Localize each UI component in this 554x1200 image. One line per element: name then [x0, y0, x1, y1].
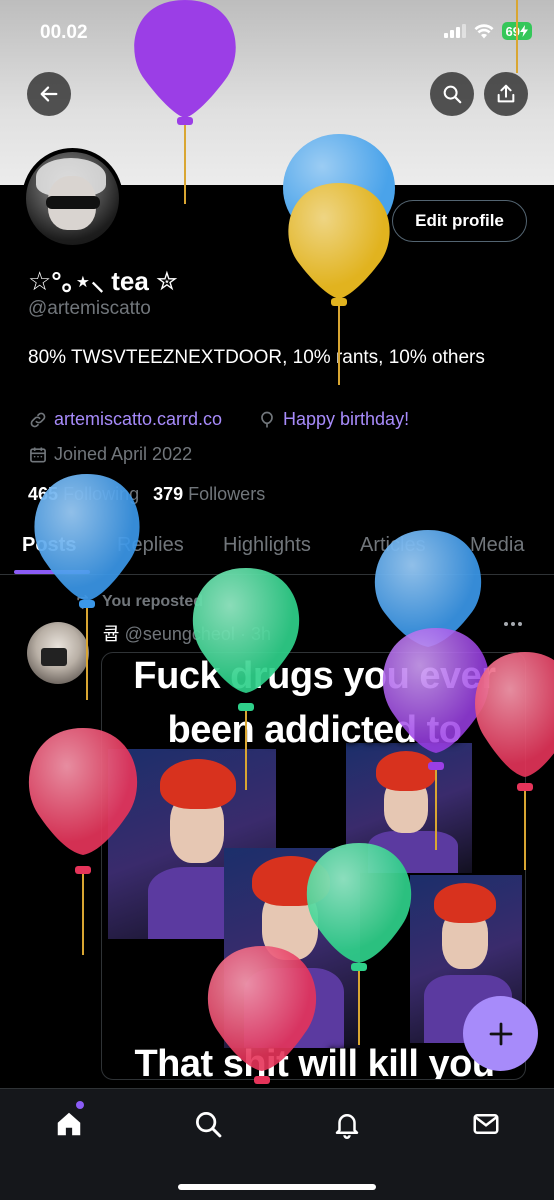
profile-tabs: Posts Replies Highlights Articles Media [0, 520, 554, 575]
followers-label: Followers [188, 484, 266, 504]
meme-caption-top-2: been addicted to [167, 709, 462, 751]
repost-icon [77, 594, 91, 610]
battery-indicator: 69 [501, 22, 532, 40]
followers-count: 379 [153, 484, 184, 504]
tab-media[interactable]: Media [470, 534, 524, 557]
post-author-handle: @seungcheol [124, 624, 235, 644]
tab-highlights[interactable]: Highlights [223, 534, 311, 557]
post-author-avatar[interactable] [27, 622, 89, 684]
plus-icon [489, 1022, 512, 1045]
mail-icon [473, 1114, 499, 1134]
cellular-signal-icon [443, 24, 466, 38]
home-indicator [178, 1184, 376, 1190]
nav-notifications[interactable] [330, 1107, 364, 1141]
calendar-icon [30, 447, 46, 462]
photo-panel [224, 848, 360, 1048]
bell-icon [335, 1114, 359, 1139]
status-time: 00.02 [40, 22, 88, 43]
nav-messages[interactable] [469, 1107, 503, 1141]
following-label: Following [63, 484, 140, 504]
nav-home[interactable] [52, 1107, 86, 1141]
profile-website[interactable]: artemiscatto.carrd.co [28, 409, 222, 430]
followers-stat[interactable]: 379 Followers [153, 484, 265, 505]
follow-counts: 465 Following 379 Followers [28, 484, 265, 505]
post-author-name: 큡 [103, 624, 120, 644]
share-button[interactable] [484, 72, 528, 116]
charging-bolt-icon [520, 25, 528, 37]
tab-articles[interactable]: Articles [360, 534, 426, 557]
post-author-line[interactable]: 큡 @seungcheol · 3h [103, 620, 271, 646]
balloon-icon [261, 411, 273, 427]
following-stat[interactable]: 465 Following [28, 484, 139, 505]
battery-level: 69 [505, 23, 520, 39]
link-icon [30, 412, 46, 427]
tab-posts[interactable]: Posts [22, 534, 76, 557]
meme-caption-bottom: That shit will kill you [134, 1043, 495, 1080]
profile-avatar[interactable] [22, 148, 123, 249]
repost-label: You reposted [102, 593, 204, 610]
joined-text: Joined April 2022 [54, 444, 193, 464]
active-tab-indicator [14, 570, 90, 574]
search-button[interactable] [430, 72, 474, 116]
search-icon [443, 85, 462, 104]
following-count: 465 [28, 484, 59, 504]
home-icon [57, 1112, 81, 1136]
nav-search[interactable] [191, 1107, 225, 1141]
back-button[interactable] [27, 72, 71, 116]
profile-bio: 80% TWSVTEEZNEXTDOOR, 10% rants, 10% oth… [28, 347, 485, 368]
wifi-icon [474, 23, 494, 38]
post-image[interactable]: Fuck drugs you ever been addicted to Tha… [101, 652, 526, 1080]
profile-handle: @artemiscatto [28, 298, 151, 319]
meme-caption-top-1: Fuck drugs you ever [133, 655, 496, 697]
post-time: · 3h [239, 624, 271, 644]
status-bar: 00.02 69 [0, 0, 554, 66]
repost-indicator: You reposted [74, 592, 203, 612]
profile-name: ☆°｡⋆⸜ tea ✮ [28, 266, 178, 296]
birthday-text: Happy birthday! [283, 409, 410, 429]
post-more-button[interactable] [504, 622, 522, 626]
profile-joined: Joined April 2022 [28, 444, 192, 465]
home-notification-dot [76, 1101, 84, 1109]
arrow-left-icon [40, 86, 58, 102]
profile-birthday: Happy birthday! [257, 409, 409, 430]
photo-panel [346, 743, 472, 873]
search-icon [196, 1112, 222, 1138]
tab-replies[interactable]: Replies [117, 534, 184, 557]
compose-button[interactable] [463, 996, 538, 1071]
website-link[interactable]: artemiscatto.carrd.co [54, 409, 222, 430]
edit-profile-button[interactable]: Edit profile [392, 200, 527, 242]
share-icon [497, 84, 515, 103]
